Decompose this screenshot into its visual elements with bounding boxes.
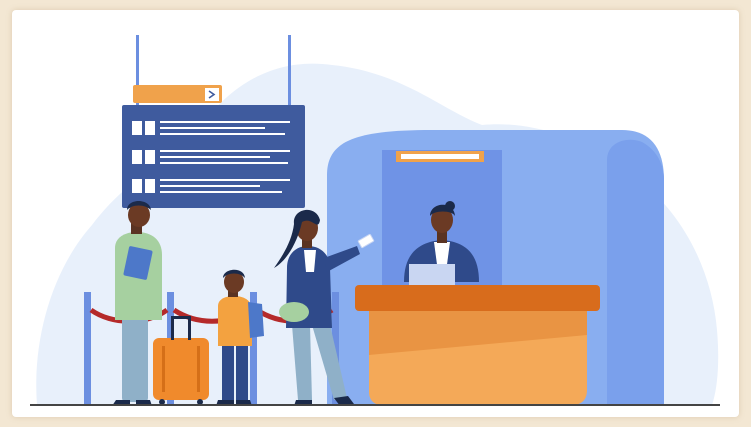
booth-name-plate-inner xyxy=(401,154,479,159)
laptop xyxy=(409,264,455,286)
ground-line xyxy=(30,404,720,406)
handbag-icon xyxy=(279,302,309,322)
direction-sign-arrow-box xyxy=(205,88,219,101)
booth-side-shadow xyxy=(607,139,664,405)
airport-check-in-illustration xyxy=(30,35,720,406)
backpack-icon xyxy=(248,302,264,338)
board-pole-right xyxy=(288,35,291,115)
counter-top xyxy=(355,285,600,311)
illustration-frame xyxy=(12,10,739,417)
